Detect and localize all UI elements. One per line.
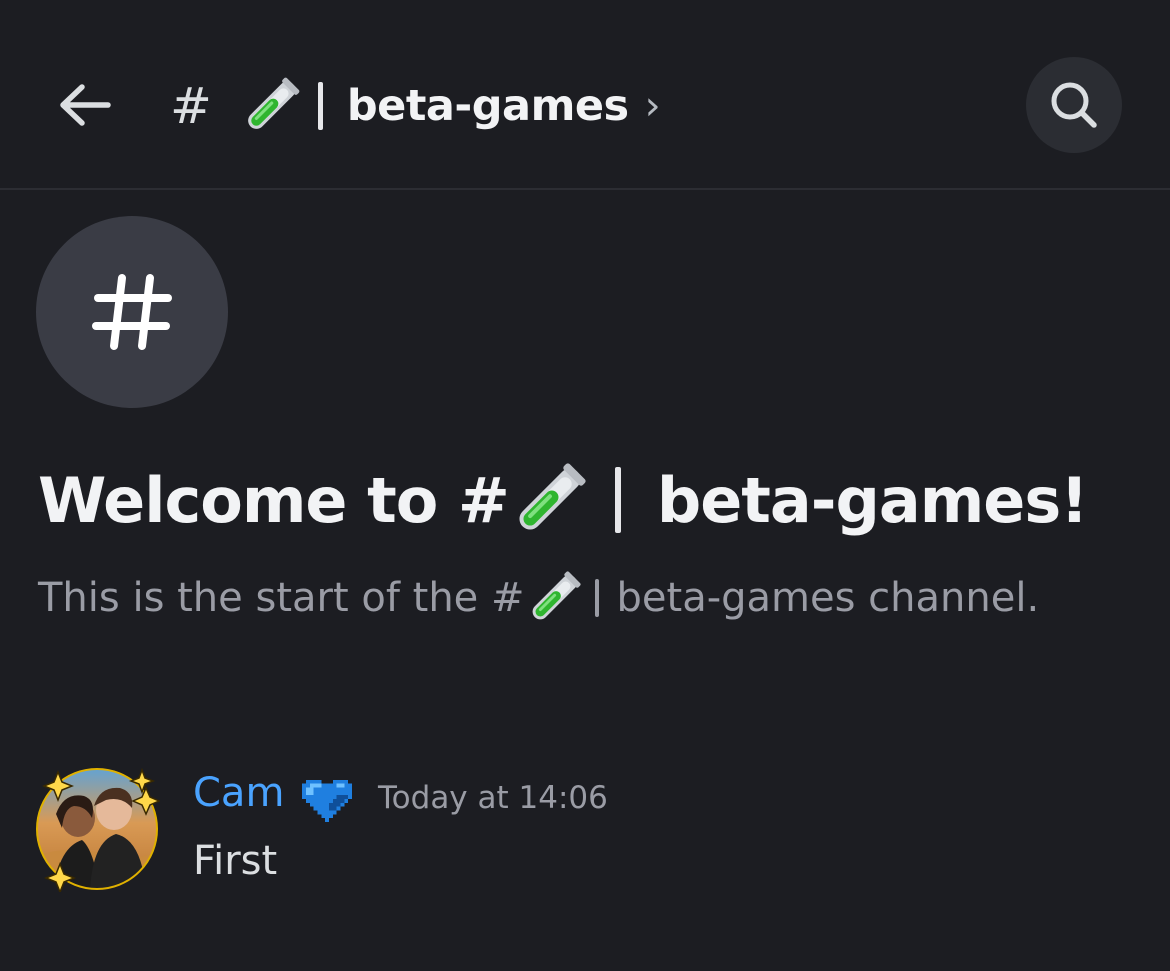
- test-tube-icon: [525, 569, 583, 627]
- title-separator: [614, 467, 621, 533]
- channel-screen: # beta-games › Welcome to # beta-games! …: [0, 0, 1170, 971]
- welcome-title-prefix: Welcome to #: [38, 463, 510, 537]
- search-button[interactable]: [1026, 57, 1122, 153]
- chevron-right-icon: ›: [644, 83, 661, 129]
- subtitle-separator: [594, 579, 599, 617]
- hash-icon: [92, 274, 172, 350]
- message-text[interactable]: First: [193, 838, 277, 884]
- welcome-subtitle-suffix: beta-games channel.: [616, 575, 1040, 621]
- channel-avatar: [36, 216, 228, 408]
- welcome-title-suffix: beta-games!: [656, 463, 1089, 537]
- welcome-subtitle: This is the start of the # beta-games ch…: [38, 568, 1039, 628]
- user-avatar[interactable]: [34, 766, 160, 892]
- channel-header: # beta-games ›: [0, 0, 1170, 190]
- channel-name: beta-games: [346, 81, 629, 131]
- message-author[interactable]: Cam: [193, 770, 284, 816]
- search-icon: [1051, 82, 1097, 128]
- channel-title-button[interactable]: # beta-games ›: [170, 68, 661, 144]
- test-tube-icon: [509, 460, 589, 540]
- channel-hash-icon: #: [170, 77, 212, 135]
- welcome-subtitle-prefix: This is the start of the #: [38, 575, 525, 621]
- welcome-title: Welcome to # beta-games!: [38, 452, 1089, 548]
- test-tube-icon: [240, 75, 302, 137]
- title-separator: [317, 82, 323, 130]
- message-timestamp: Today at 14:06: [378, 780, 608, 816]
- arrow-left-icon: [60, 84, 111, 126]
- blue-heart-icon: [302, 779, 352, 822]
- back-button[interactable]: [52, 76, 116, 134]
